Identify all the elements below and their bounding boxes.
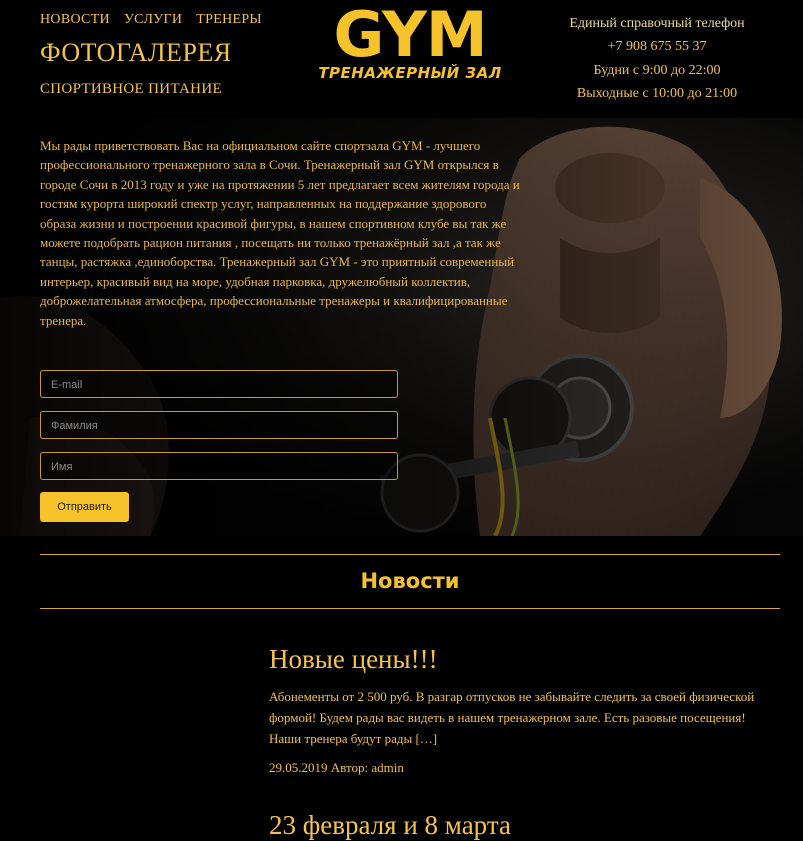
nav-news-link[interactable]: НОВОСТИ: [40, 12, 110, 28]
nav-services-link[interactable]: УСЛУГИ: [124, 12, 182, 28]
nav-trainers-link[interactable]: ТРЕНЕРЫ: [196, 12, 262, 28]
hero-section: Мы рады приветствовать Вас на официально…: [0, 118, 803, 536]
surname-field[interactable]: Фамилия: [40, 411, 398, 439]
post-title-link[interactable]: Новые цены!!!: [269, 644, 438, 675]
post-meta: 29.05.2019 Автор: admin: [269, 760, 404, 775]
top-nav: НОВОСТИ УСЛУГИ ТРЕНЕРЫ: [40, 12, 262, 28]
email-field[interactable]: E-mail: [40, 370, 398, 398]
contact-info: Единый справочный телефон +7 908 675 55 …: [552, 12, 762, 105]
hours-weekends: Выходные с 10:00 до 21:00: [576, 85, 738, 101]
submit-button[interactable]: Отправить: [40, 492, 129, 522]
post-title-link[interactable]: 23 февраля и 8 марта: [269, 810, 511, 841]
logo-title: GYM: [333, 0, 487, 71]
contact-phone[interactable]: +7 908 675 55 37: [552, 35, 762, 58]
divider-bottom: [40, 608, 780, 609]
post-excerpt: Абонементы от 2 500 руб. В разгар отпуск…: [269, 689, 755, 746]
hours-weekdays: Будни с 9:00 до 22:00: [593, 62, 721, 78]
welcome-text: Мы рады приветствовать Вас на официально…: [40, 138, 520, 328]
gym-logo[interactable]: GYM ТРЕНАЖЕРНЫЙ ЗАЛ: [290, 0, 530, 86]
name-field[interactable]: Имя: [40, 452, 398, 480]
contact-title: Единый справочный телефон: [569, 16, 745, 31]
divider-top: [40, 554, 780, 555]
news-heading: Новости: [360, 569, 460, 593]
site-header: НОВОСТИ УСЛУГИ ТРЕНЕРЫ ФОТОГАЛЕРЕЯ СПОРТ…: [0, 0, 803, 118]
nav-photo-gallery-link[interactable]: ФОТОГАЛЕРЕЯ: [40, 38, 232, 68]
nav-nutrition-link[interactable]: СПОРТИВНОЕ ПИТАНИЕ: [40, 81, 222, 98]
